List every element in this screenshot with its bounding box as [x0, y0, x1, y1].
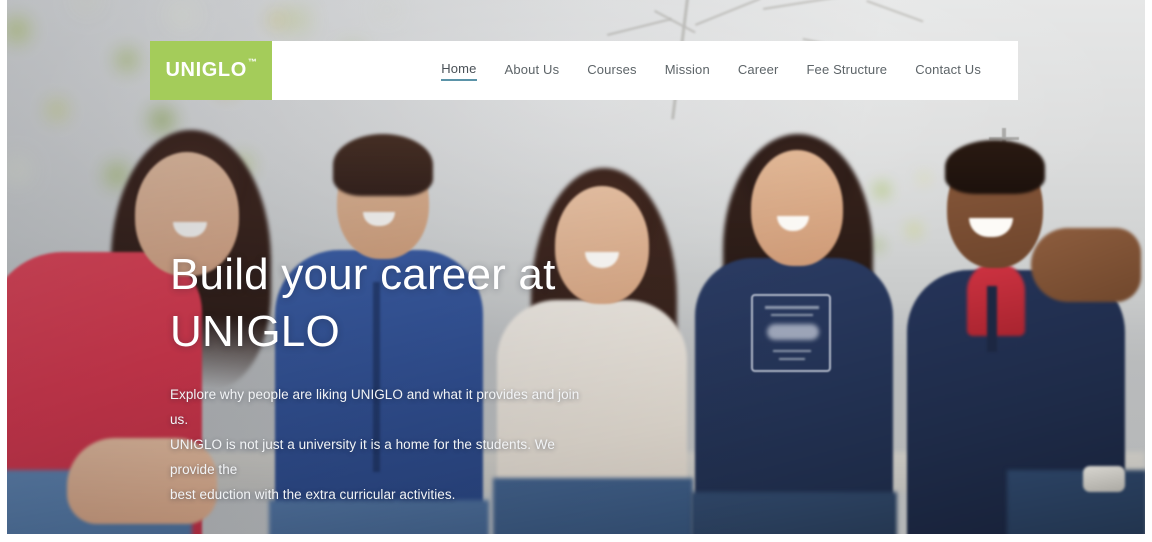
nav-item-courses[interactable]: Courses: [587, 62, 636, 80]
nav-item-contact-us[interactable]: Contact Us: [915, 62, 981, 80]
hero-paragraph-line-2: UNIGLO is not just a university it is a …: [170, 437, 555, 477]
nav-list: Home About Us Courses Mission Career Fee…: [441, 61, 981, 81]
hero-paragraph: Explore why people are liking UNIGLO and…: [170, 382, 582, 507]
nav-item-mission[interactable]: Mission: [665, 62, 710, 80]
nav-item-home[interactable]: Home: [441, 61, 477, 81]
nav-item-fee-structure[interactable]: Fee Structure: [806, 62, 887, 80]
nav-item-about-us[interactable]: About Us: [505, 62, 560, 80]
hero-paragraph-line-1: Explore why people are liking UNIGLO and…: [170, 387, 580, 427]
hero-title-line-2: UNIGLO: [170, 307, 340, 356]
hero-content: Build your career at UNIGLO Explore why …: [170, 246, 650, 534]
nav-item-career[interactable]: Career: [738, 62, 779, 80]
logo-block[interactable]: UNIGLO™: [150, 41, 272, 100]
page-frame: UNIGLO™ Home About Us Courses Mission Ca…: [0, 0, 1152, 542]
logo-name: UNIGLO: [165, 59, 247, 81]
hero-paragraph-line-3: best eduction with the extra curricular …: [170, 487, 456, 502]
logo-text: UNIGLO™: [165, 57, 258, 82]
site-header: UNIGLO™ Home About Us Courses Mission Ca…: [150, 41, 1018, 100]
main-navigation: Home About Us Courses Mission Career Fee…: [272, 41, 1018, 100]
trademark-symbol: ™: [247, 57, 258, 68]
hero-section: UNIGLO™ Home About Us Courses Mission Ca…: [7, 0, 1145, 534]
hero-title: Build your career at UNIGLO: [170, 246, 650, 360]
hero-title-line-1: Build your career at: [170, 250, 556, 299]
